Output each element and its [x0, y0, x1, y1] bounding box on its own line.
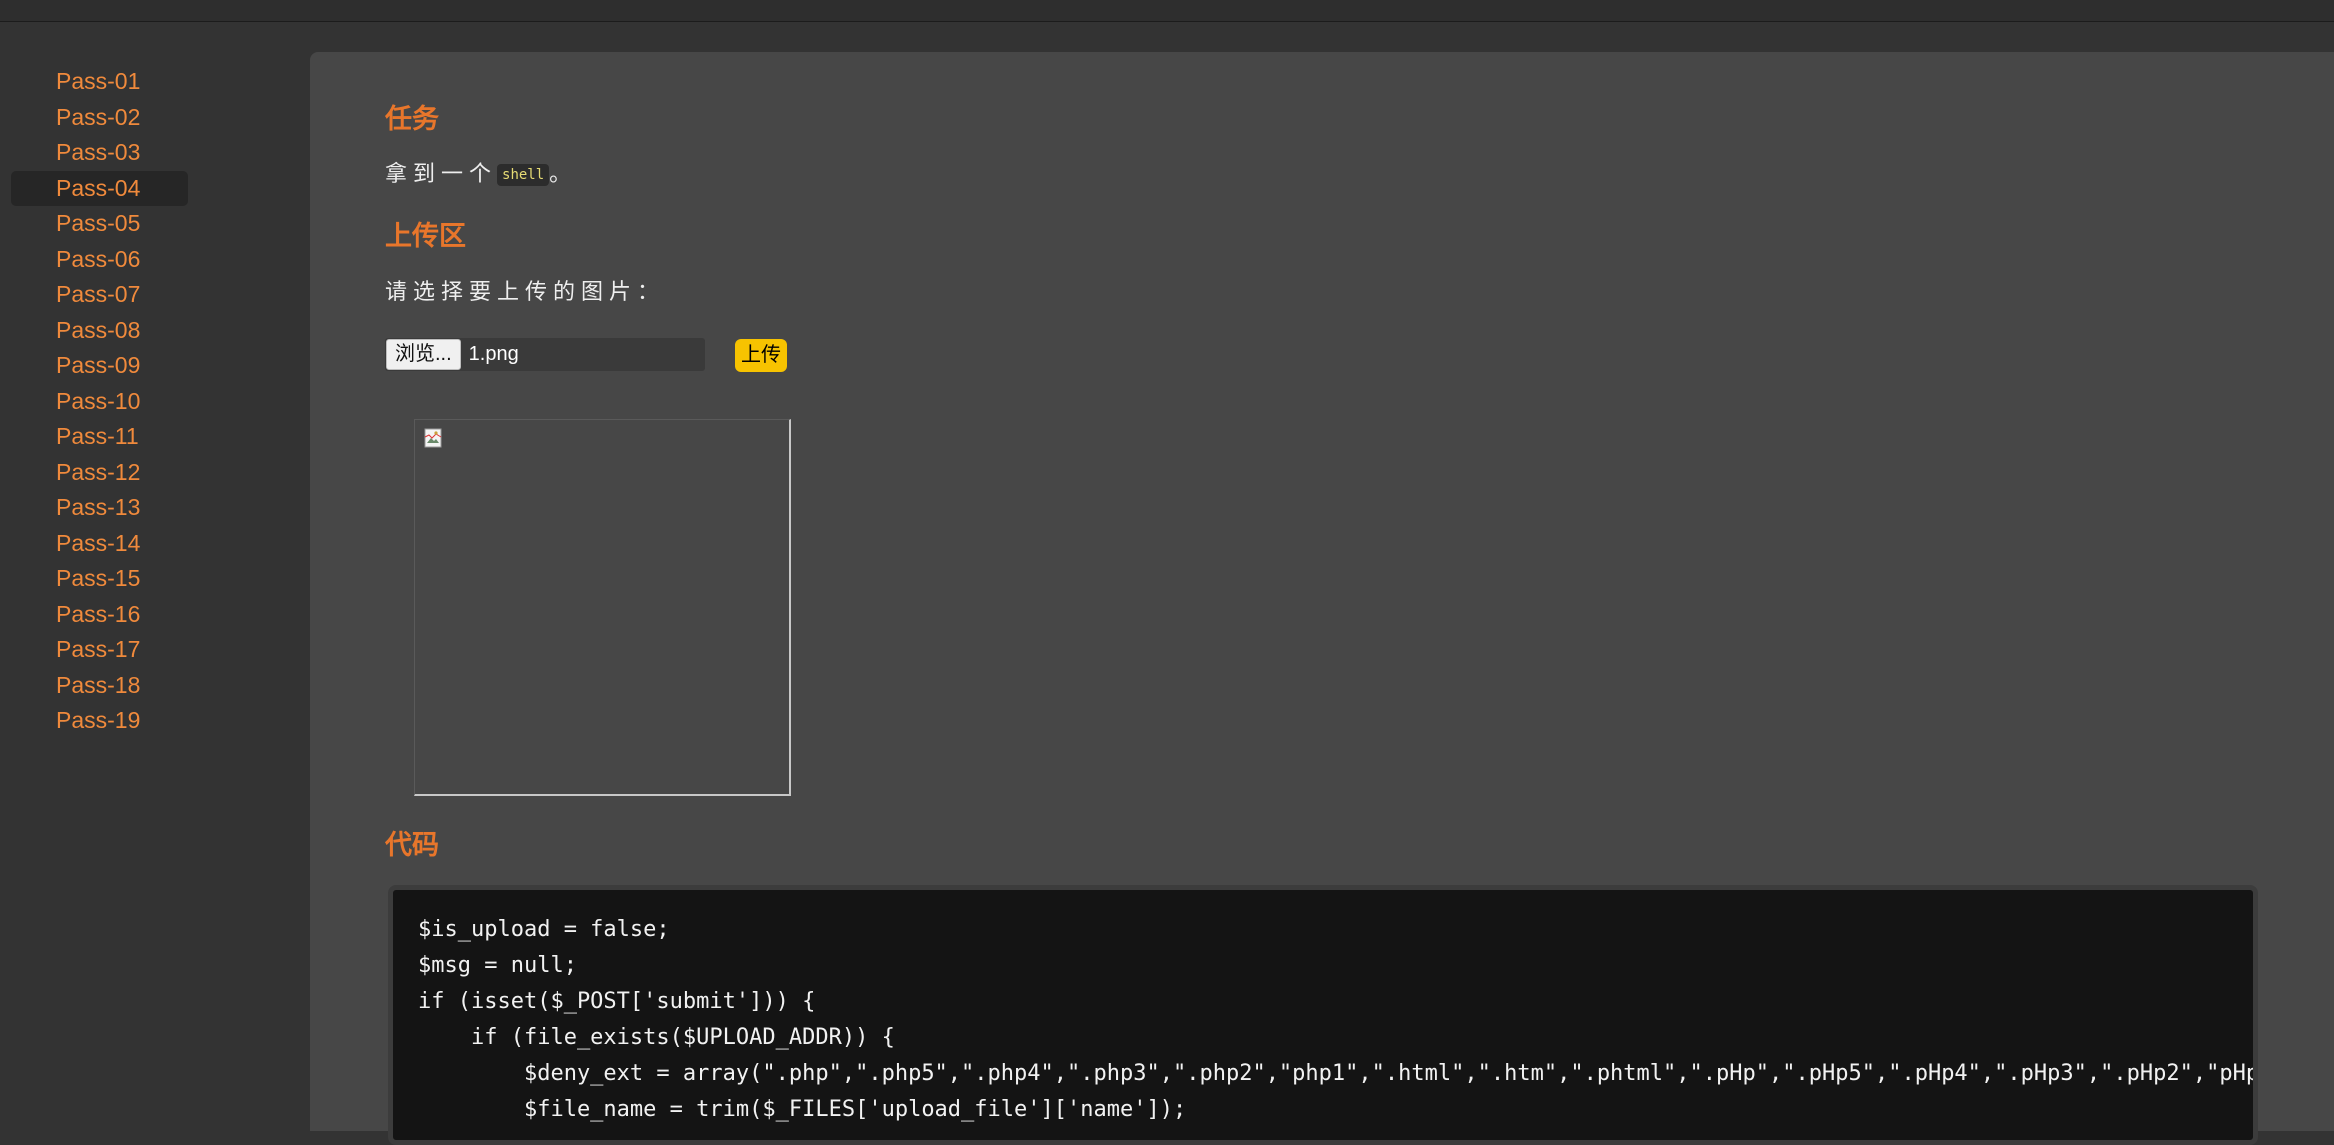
- upload-heading: 上传区: [385, 221, 466, 251]
- task-heading: 任务: [385, 104, 439, 134]
- sidebar-item-pass-17[interactable]: Pass-17: [11, 632, 188, 668]
- browser-top-bar: [0, 0, 2334, 22]
- browse-button[interactable]: 浏览...: [386, 339, 461, 370]
- sidebar-item-pass-14[interactable]: Pass-14: [11, 526, 188, 562]
- main-content: 任务 拿到一个 shell。 上传区 请选择要上传的图片： 浏览... 1.png…: [310, 52, 2334, 1145]
- sidebar-item-pass-10[interactable]: Pass-10: [11, 384, 188, 420]
- sidebar-item-pass-07[interactable]: Pass-07: [11, 277, 188, 313]
- code-text: $is_upload = false; $msg = null; if (isset…: [393, 890, 2253, 1128]
- sidebar-item-pass-05[interactable]: Pass-05: [11, 206, 188, 242]
- sidebar-item-pass-04[interactable]: Pass-04: [11, 170, 188, 206]
- task-text: 拿到一个: [385, 161, 498, 186]
- sidebar-item-pass-08[interactable]: Pass-08: [11, 313, 188, 349]
- sidebar-item-pass-01[interactable]: Pass-01: [11, 64, 188, 100]
- upload-prompt: 请选择要上传的图片：: [385, 279, 666, 304]
- shell-inline-code: shell: [497, 164, 550, 187]
- sidebar-item-pass-06[interactable]: Pass-06: [11, 242, 188, 278]
- code-block: $is_upload = false; $msg = null; if (isset…: [388, 885, 2258, 1145]
- sidebar: Pass-01 Pass-02 Pass-03 Pass-04 Pass-05 …: [0, 22, 310, 1131]
- code-line: $deny_ext = array(".php",".php5",".php4"…: [523, 1061, 2258, 1086]
- task-text-end: 。: [549, 161, 578, 186]
- sidebar-item-pass-13[interactable]: Pass-13: [11, 490, 188, 526]
- code-line: $is_upload = false;: [418, 917, 670, 942]
- selected-file-name: 1.png: [468, 343, 519, 365]
- sidebar-item-pass-03[interactable]: Pass-03: [11, 135, 188, 171]
- broken-image-icon: [424, 428, 442, 448]
- sidebar-item-pass-19[interactable]: Pass-19: [11, 703, 188, 739]
- file-input[interactable]: 浏览... 1.png: [385, 338, 705, 371]
- sidebar-item-pass-02[interactable]: Pass-02: [11, 100, 188, 136]
- sidebar-item-pass-18[interactable]: Pass-18: [11, 668, 188, 704]
- sidebar-item-pass-15[interactable]: Pass-15: [11, 561, 188, 597]
- task-description: 拿到一个 shell。: [385, 156, 577, 188]
- code-heading: 代码: [385, 830, 439, 860]
- sidebar-item-pass-12[interactable]: Pass-12: [11, 455, 188, 491]
- upload-button[interactable]: 上传: [735, 339, 787, 372]
- code-line: $msg = null;: [418, 953, 577, 978]
- code-line: if (isset($_POST['submit'])) {: [418, 989, 816, 1014]
- image-preview: [414, 419, 791, 796]
- sidebar-item-pass-16[interactable]: Pass-16: [11, 597, 188, 633]
- code-line: if (file_exists($UPLOAD_ADDR)) {: [418, 1025, 895, 1050]
- sidebar-item-pass-09[interactable]: Pass-09: [11, 348, 188, 384]
- sidebar-item-pass-11[interactable]: Pass-11: [11, 419, 188, 455]
- code-line: $file_name = trim($_FILES['upload_file']…: [418, 1097, 1187, 1122]
- pass-list: Pass-01 Pass-02 Pass-03 Pass-04 Pass-05 …: [11, 64, 188, 739]
